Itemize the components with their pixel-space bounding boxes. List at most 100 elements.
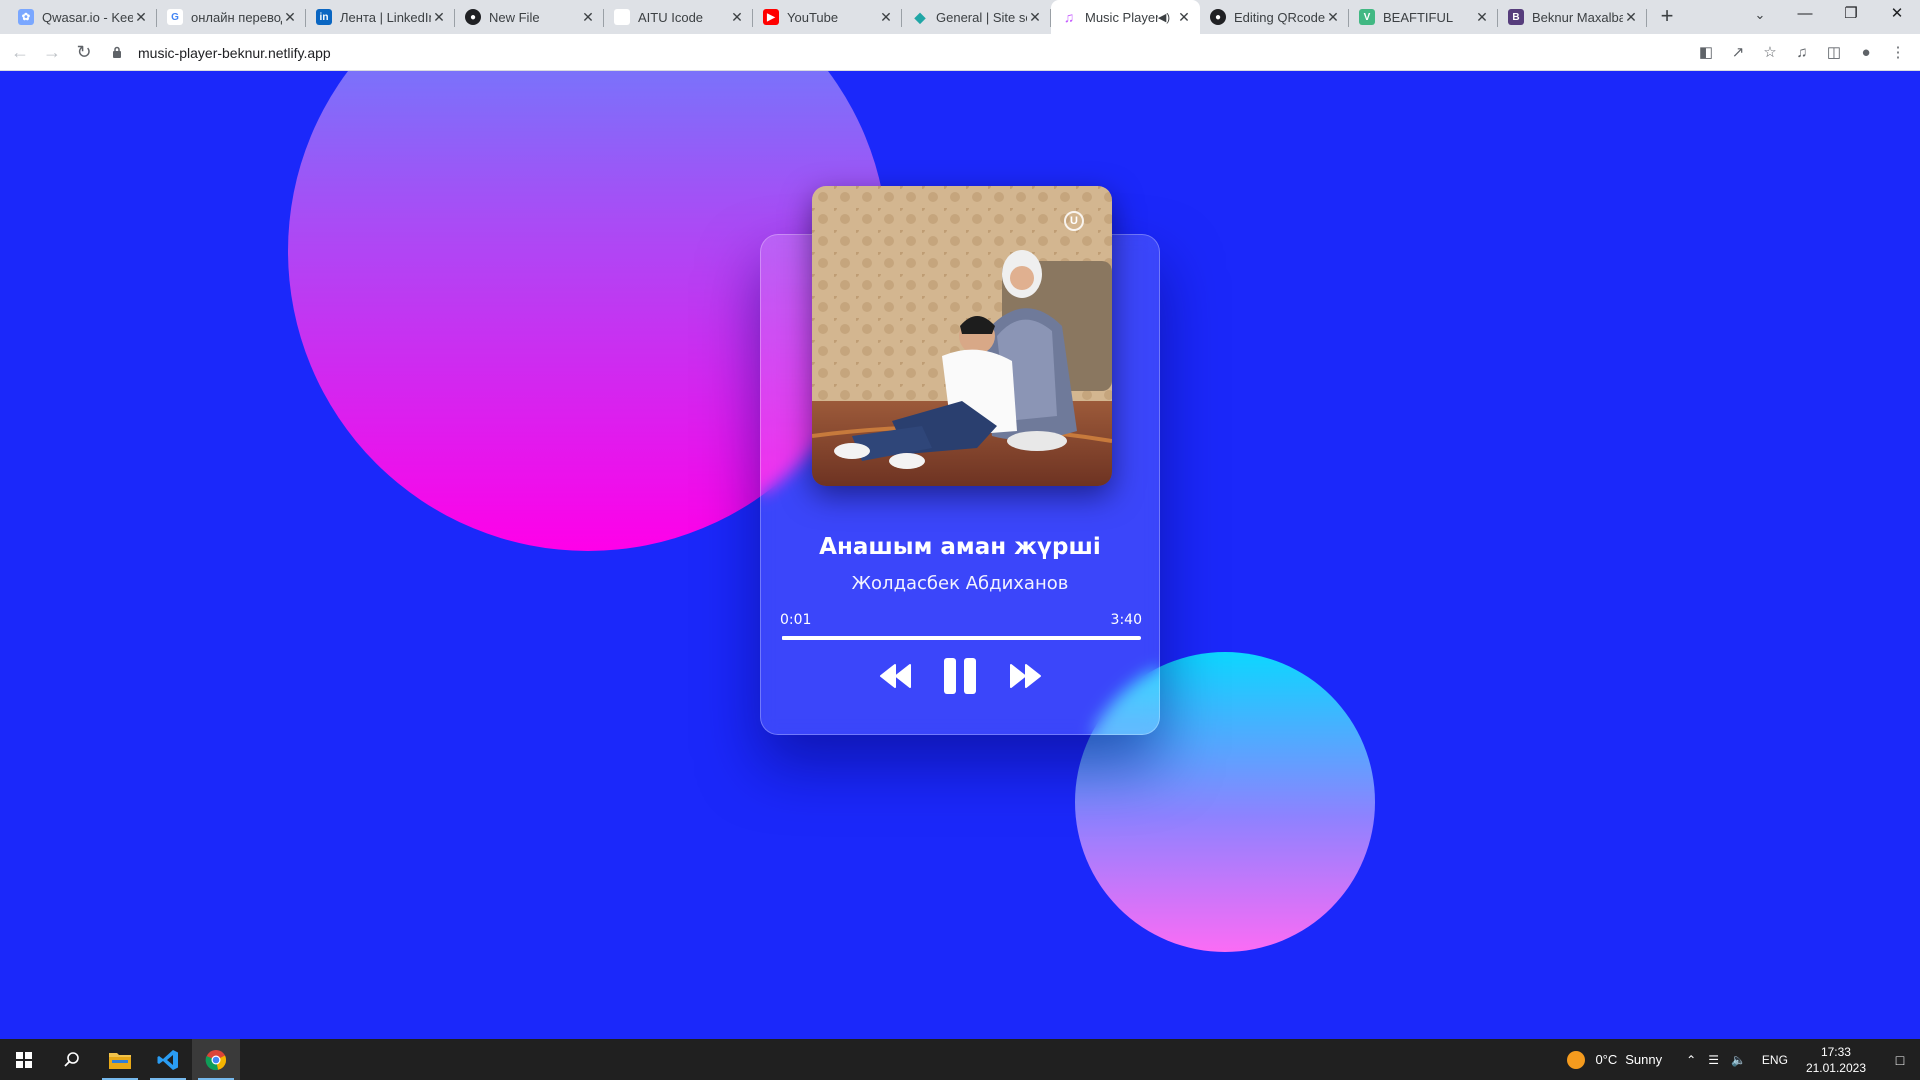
tab-search-chevron-icon[interactable]: ⌄ bbox=[1746, 2, 1774, 28]
window-controls: — ❐ ✕ bbox=[1782, 0, 1920, 30]
side-panel-icon[interactable]: ◫ bbox=[1818, 38, 1850, 67]
duration-time: 3:40 bbox=[1110, 612, 1142, 628]
search-icon[interactable] bbox=[48, 1039, 96, 1080]
browser-toolbar: ← → ↻ music-player-beknur.netlify.app ◧ … bbox=[0, 34, 1920, 71]
network-icon[interactable]: ☰ bbox=[1708, 1053, 1719, 1067]
github-icon: ● bbox=[465, 9, 481, 25]
clock-date: 21.01.2023 bbox=[1805, 1060, 1866, 1075]
close-tab-icon[interactable]: ✕ bbox=[1176, 9, 1192, 25]
weather-widget[interactable]: 0°C Sunny bbox=[1567, 1050, 1663, 1069]
google-icon: G bbox=[167, 9, 183, 25]
cover-badge-icon: U bbox=[1064, 211, 1084, 231]
progress-slider[interactable] bbox=[782, 636, 1141, 640]
language-indicator[interactable]: ENG bbox=[1762, 1053, 1788, 1067]
speaker-icon[interactable]: ◀) bbox=[1158, 11, 1170, 24]
restore-icon[interactable]: ❐ bbox=[1828, 0, 1874, 30]
tab-title: Music Player bbox=[1085, 9, 1158, 25]
music-note-icon: ♫ bbox=[1063, 9, 1075, 25]
browser-tab[interactable]: B Beknur Maxalbaev✕ bbox=[1498, 0, 1647, 34]
qwasar-icon: ✿ bbox=[18, 9, 34, 25]
close-tab-icon[interactable]: ✕ bbox=[580, 9, 596, 25]
tab-title: New File bbox=[489, 9, 540, 25]
fast-forward-button[interactable] bbox=[1005, 656, 1045, 696]
close-window-icon[interactable]: ✕ bbox=[1874, 0, 1920, 30]
browser-tab[interactable]: ◆ General | Site settings✕ bbox=[902, 0, 1051, 34]
blank-page-icon bbox=[614, 9, 630, 25]
close-tab-icon[interactable]: ✕ bbox=[1027, 9, 1043, 25]
song-artist: Жолдасбек Абдиханов bbox=[851, 573, 1069, 594]
notifications-icon[interactable]: □ bbox=[1880, 1052, 1920, 1068]
browser-tab[interactable]: V BEAFTIFUL ✕ bbox=[1349, 0, 1498, 34]
bookmark-star-icon[interactable]: ☆ bbox=[1754, 38, 1786, 67]
minimize-icon[interactable]: — bbox=[1782, 0, 1828, 30]
pause-icon bbox=[944, 658, 976, 694]
close-tab-icon[interactable]: ✕ bbox=[133, 9, 149, 25]
tab-title: Editing QRcode bbox=[1234, 9, 1325, 25]
file-explorer-icon[interactable] bbox=[96, 1039, 144, 1080]
youtube-icon: ▶ bbox=[763, 9, 779, 25]
browser-tab[interactable]: AITU Icode ✕ bbox=[604, 0, 753, 34]
translate-icon[interactable]: ◧ bbox=[1690, 38, 1722, 67]
tab-title: YouTube bbox=[787, 9, 839, 25]
url-text[interactable]: music-player-beknur.netlify.app bbox=[138, 45, 331, 61]
media-controls-icon[interactable]: ♫ bbox=[1786, 38, 1818, 67]
address-bar[interactable]: music-player-beknur.netlify.app bbox=[112, 38, 1708, 67]
close-tab-icon[interactable]: ✕ bbox=[1325, 9, 1341, 25]
windows-taskbar: 0°C Sunny ⌃ ☰ 🔈 ENG 17:33 21.01.2023 □ bbox=[0, 1039, 1920, 1080]
tab-title: AITU Icode bbox=[638, 9, 704, 25]
browser-tab[interactable]: ✿ Qwasar.io - Keep ✕ bbox=[8, 0, 157, 34]
chrome-icon[interactable] bbox=[192, 1039, 240, 1080]
browser-tab[interactable]: ● New File ✕ bbox=[455, 0, 604, 34]
tab-title: онлайн переводчик bbox=[191, 9, 282, 25]
close-tab-icon[interactable]: ✕ bbox=[431, 9, 447, 25]
close-tab-icon[interactable]: ✕ bbox=[878, 9, 894, 25]
tab-title: Beknur Maxalbaev bbox=[1532, 9, 1623, 25]
toolbar-actions: ◧ ↗ ☆ ♫ ◫ ● ⋮ bbox=[1690, 38, 1914, 67]
chevron-up-icon[interactable]: ⌃ bbox=[1686, 1053, 1696, 1067]
github-icon: ● bbox=[1210, 9, 1226, 25]
rewind-icon bbox=[880, 664, 911, 688]
lock-icon[interactable] bbox=[112, 46, 126, 60]
progress-fill bbox=[782, 636, 784, 640]
tab-separator bbox=[1646, 9, 1647, 27]
browser-tab[interactable]: ♫ Music Player ◀) ✕ bbox=[1051, 0, 1200, 34]
tab-title: General | Site settings bbox=[936, 9, 1027, 25]
album-cover-image bbox=[812, 186, 1112, 486]
browser-tab[interactable]: ● Editing QRcode ✕ bbox=[1200, 0, 1349, 34]
weather-text: Sunny bbox=[1625, 1052, 1663, 1067]
vscode-icon[interactable] bbox=[144, 1039, 192, 1080]
tab-title: Лента | LinkedIn bbox=[340, 9, 431, 25]
vue-icon: V bbox=[1359, 9, 1375, 25]
forward-icon[interactable]: → bbox=[36, 36, 68, 68]
sun-icon bbox=[1567, 1050, 1586, 1069]
fast-forward-icon bbox=[1010, 664, 1041, 688]
share-icon[interactable]: ↗ bbox=[1722, 38, 1754, 67]
close-tab-icon[interactable]: ✕ bbox=[729, 9, 745, 25]
weather-temp: 0°C bbox=[1595, 1052, 1618, 1067]
tab-title: Qwasar.io - Keep bbox=[42, 9, 133, 25]
new-tab-button[interactable]: + bbox=[1653, 3, 1681, 31]
browser-tab[interactable]: in Лента | LinkedIn ✕ bbox=[306, 0, 455, 34]
profile-avatar-icon[interactable]: ● bbox=[1850, 38, 1882, 67]
current-time: 0:01 bbox=[780, 612, 812, 628]
clock-time: 17:33 bbox=[1820, 1044, 1851, 1059]
rewind-button[interactable] bbox=[876, 656, 916, 696]
song-title: Анашым аман жүрші bbox=[819, 534, 1101, 560]
pause-button[interactable] bbox=[940, 656, 980, 696]
menu-kebab-icon[interactable]: ⋮ bbox=[1882, 38, 1914, 67]
linkedin-icon: in bbox=[316, 9, 332, 25]
bootstrap-icon: B bbox=[1508, 9, 1524, 25]
tab-strip: ✿Qwasar.io - Keep✕Gонлайн переводчик✕inЛ… bbox=[0, 0, 1920, 34]
tab-title: BEAFTIFUL bbox=[1383, 9, 1454, 25]
clock[interactable]: 17:33 21.01.2023 bbox=[1806, 1044, 1866, 1076]
close-tab-icon[interactable]: ✕ bbox=[1623, 9, 1639, 25]
close-tab-icon[interactable]: ✕ bbox=[282, 9, 298, 25]
close-tab-icon[interactable]: ✕ bbox=[1474, 9, 1490, 25]
netlify-icon: ◆ bbox=[914, 8, 926, 25]
back-icon[interactable]: ← bbox=[4, 36, 36, 68]
reload-icon[interactable]: ↻ bbox=[68, 36, 100, 68]
browser-tab[interactable]: Gонлайн переводчик✕ bbox=[157, 0, 306, 34]
start-windows-icon[interactable] bbox=[0, 1039, 48, 1080]
browser-tab[interactable]: ▶ YouTube ✕ bbox=[753, 0, 902, 34]
volume-icon[interactable]: 🔈 bbox=[1731, 1053, 1746, 1067]
